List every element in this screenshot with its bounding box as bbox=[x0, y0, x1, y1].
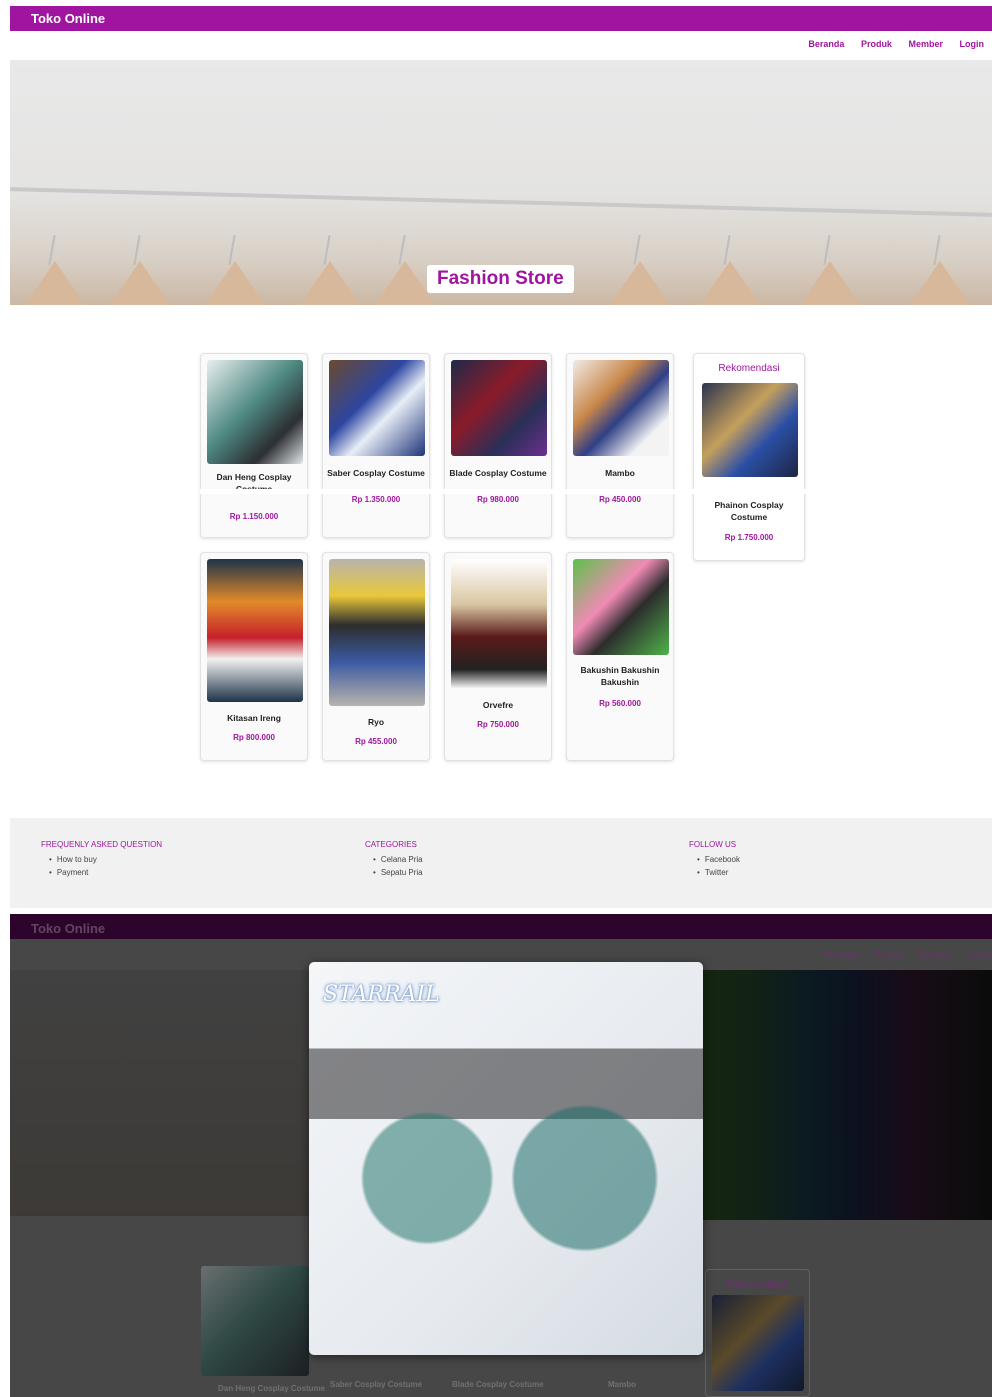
main-nav: Beranda Produk Member Login bbox=[10, 31, 992, 60]
product-card[interactable]: Saber Cosplay Costume Rp 1.350.000 bbox=[322, 353, 430, 538]
product-name: Kitasan Ireng bbox=[227, 713, 281, 723]
footer: FREQUENLY ASKED QUESTION How to buy Paym… bbox=[10, 818, 992, 908]
recommendation-name: Phainon Cosplay Costume bbox=[714, 500, 784, 522]
product-price: Rp 980.000 bbox=[477, 495, 519, 504]
dimmed-product-image bbox=[201, 1266, 309, 1376]
product-price: Rp 750.000 bbox=[477, 720, 519, 729]
footer-follow: FOLLOW US Facebook Twitter bbox=[689, 840, 740, 881]
nav-produk[interactable]: Produk bbox=[861, 39, 892, 49]
footer-faq: FREQUENLY ASKED QUESTION How to buy Paym… bbox=[41, 840, 162, 881]
dimmed-product-name: Dan Heng Cosplay Costume bbox=[218, 1384, 326, 1393]
product-image bbox=[573, 559, 669, 655]
recommendation-card[interactable]: Rekomendasi Phainon Cosplay Costume Rp 1… bbox=[693, 353, 805, 561]
footer-categories-title: CATEGORIES bbox=[365, 840, 417, 849]
hanger-image bbox=[205, 235, 265, 305]
footer-categories: CATEGORIES Celana Pria Sepatu Pria bbox=[365, 840, 423, 881]
product-card[interactable]: Dan Heng Cosplay Costume Rp 1.150.000 bbox=[200, 353, 308, 538]
footer-link-facebook[interactable]: Facebook bbox=[697, 855, 740, 864]
product-image bbox=[207, 559, 303, 702]
app-title: Toko Online bbox=[10, 6, 992, 31]
footer-link-how-to-buy[interactable]: How to buy bbox=[49, 855, 162, 864]
footer-link-payment[interactable]: Payment bbox=[49, 868, 162, 877]
product-image bbox=[573, 360, 669, 456]
hanger-image bbox=[110, 235, 170, 305]
dimmed-product-name: Mambo bbox=[608, 1380, 636, 1389]
product-card[interactable]: Ryo Rp 455.000 bbox=[322, 552, 430, 761]
footer-link-sepatu-pria[interactable]: Sepatu Pria bbox=[373, 868, 423, 877]
product-image-modal[interactable]: STARRAIL bbox=[309, 962, 703, 1355]
modal-state-page: Toko Online Beranda Produk Member Login Dan… bbox=[10, 914, 992, 1397]
product-name: Bakushin Bakushin Bakushin bbox=[580, 665, 660, 687]
hanger-image bbox=[700, 235, 760, 305]
hanger-image bbox=[300, 235, 360, 305]
nav-member[interactable]: Member bbox=[908, 39, 943, 49]
hanger-image bbox=[610, 235, 670, 305]
product-image bbox=[451, 559, 547, 689]
product-card[interactable]: Bakushin Bakushin Bakushin Rp 560.000 bbox=[566, 552, 674, 761]
dimmed-product-name: Blade Cosplay Costume bbox=[452, 1380, 544, 1389]
footer-faq-title: FREQUENLY ASKED QUESTION bbox=[41, 840, 163, 849]
product-card[interactable]: Blade Cosplay Costume Rp 980.000 bbox=[444, 353, 552, 538]
dimmed-product-name: Saber Cosplay Costume bbox=[330, 1380, 423, 1389]
product-price: Rp 800.000 bbox=[233, 733, 275, 742]
product-price: Rp 1.150.000 bbox=[229, 512, 279, 521]
product-card[interactable]: Mambo Rp 450.000 bbox=[566, 353, 674, 538]
product-card[interactable]: Kitasan Ireng Rp 800.000 bbox=[200, 552, 308, 761]
product-image bbox=[207, 360, 303, 464]
recommendation-title: Rekomendasi bbox=[718, 363, 780, 374]
nav-login[interactable]: Login bbox=[960, 39, 985, 49]
modal-product-image bbox=[309, 962, 703, 1355]
hanger-image bbox=[800, 235, 860, 305]
dimmed-app-title: Toko Online bbox=[31, 921, 106, 936]
modal-game-logo: STARRAIL bbox=[323, 982, 440, 1007]
footer-link-twitter[interactable]: Twitter bbox=[697, 868, 740, 877]
hanger-image bbox=[910, 235, 970, 305]
product-image bbox=[329, 360, 425, 456]
hero-banner: Fashion Store bbox=[10, 60, 992, 305]
product-name: Ryo bbox=[367, 717, 385, 727]
product-image bbox=[451, 360, 547, 456]
recommendation-image bbox=[702, 383, 798, 477]
hero-title: Fashion Store bbox=[427, 265, 574, 293]
clothes-rail bbox=[10, 187, 992, 217]
product-price: Rp 1.350.000 bbox=[351, 495, 401, 504]
product-name: Blade Cosplay Costume bbox=[449, 468, 547, 478]
dimmed-recommendation-card: Rekomendasi bbox=[705, 1269, 810, 1397]
product-image bbox=[329, 559, 425, 706]
product-price: Rp 455.000 bbox=[355, 737, 397, 746]
hanger-image bbox=[375, 235, 435, 305]
nav-beranda[interactable]: Beranda bbox=[808, 39, 844, 49]
product-price: Rp 560.000 bbox=[599, 699, 641, 708]
product-name: Orvefre bbox=[482, 700, 514, 710]
product-name: Saber Cosplay Costume bbox=[327, 468, 425, 478]
footer-link-celana-pria[interactable]: Celana Pria bbox=[373, 855, 423, 864]
recommendation-price: Rp 1.750.000 bbox=[724, 533, 774, 542]
product-page: Toko Online Beranda Produk Member Login … bbox=[10, 6, 992, 908]
footer-follow-title: FOLLOW US bbox=[689, 840, 737, 849]
product-price: Rp 450.000 bbox=[599, 495, 641, 504]
hanger-image bbox=[25, 235, 85, 305]
section-seam bbox=[200, 489, 820, 494]
product-name: Mambo bbox=[605, 468, 635, 478]
dimmed-nav: Beranda Produk Member Login bbox=[823, 950, 992, 960]
product-card[interactable]: Orvefre Rp 750.000 bbox=[444, 552, 552, 761]
